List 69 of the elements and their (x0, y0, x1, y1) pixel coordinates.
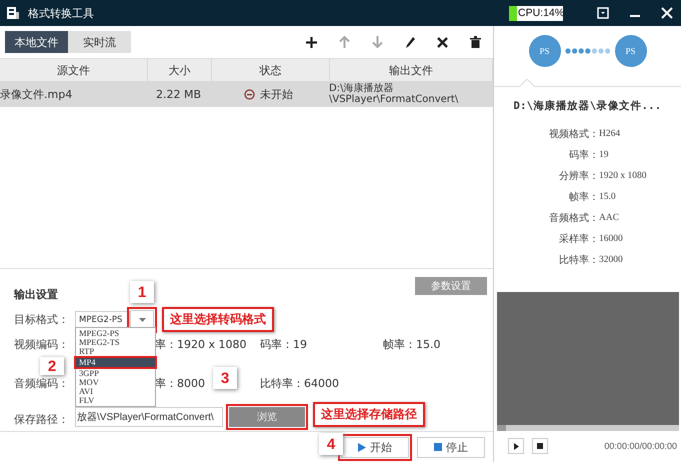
section-title: 输出设置 (14, 287, 58, 302)
field-value: 码率：19 (260, 338, 307, 351)
play-button[interactable] (508, 438, 524, 454)
info-label: 视频格式： (548, 128, 599, 141)
dropdown-button[interactable] (130, 310, 154, 330)
step-number: 4 (319, 433, 343, 455)
stop-icon (537, 443, 543, 450)
info-label: 音频格式： (548, 212, 599, 225)
step-number: 2 (40, 357, 64, 375)
field-label: 目标格式： (14, 312, 70, 328)
callout-label: 这里选择存储路径 (313, 402, 425, 427)
field-label: 音频编码： (14, 376, 69, 390)
close-icon[interactable] (437, 36, 448, 48)
progress-dots-icon (564, 48, 610, 54)
pencil-icon[interactable] (405, 36, 415, 48)
info-label: 码率： (568, 148, 599, 162)
dropdown-option[interactable]: MPEG2-TS (76, 338, 155, 347)
field-value: 帧率：15.0 (383, 338, 440, 351)
dropdown-option[interactable]: RTP (76, 347, 155, 356)
step-number: 3 (213, 367, 237, 389)
tab[interactable]: 实时流 (68, 31, 131, 53)
callout-label: 这里选择转码格式 (162, 307, 274, 332)
stop-button[interactable] (532, 438, 548, 454)
dropdown-option[interactable]: 3GPP (76, 369, 155, 378)
playback-time: 00:00:00/00:00:00 (604, 441, 677, 452)
film-icon (6, 6, 20, 20)
path-field[interactable]: 放器\VSPlayer\FormatConvert\ (75, 406, 223, 427)
info-label: 比特率： (558, 254, 599, 267)
scroll-thumb[interactable] (497, 424, 506, 431)
field-label: 视频编码： (14, 338, 69, 351)
field-value: 率：8000 (155, 376, 205, 390)
info-value: 16000 (599, 234, 623, 244)
info-value: 32000 (599, 254, 623, 265)
status-text: 未开始 (260, 86, 293, 102)
target-format-badge: PS (614, 35, 646, 68)
trash-icon[interactable] (470, 36, 481, 48)
restore-icon[interactable] (597, 7, 609, 19)
field-label: 保存路径： (14, 412, 70, 427)
play-icon (358, 442, 366, 452)
stop-status-icon (244, 88, 255, 100)
info-value: 1920 x 1080 (599, 170, 646, 181)
add-icon[interactable] (306, 36, 317, 48)
info-value: 19 (599, 150, 608, 160)
dropdown-option[interactable]: MPEG2-PS (76, 329, 155, 338)
info-label: 分辨率： (558, 170, 599, 183)
stop-icon (434, 443, 442, 451)
source-format-badge: PS (528, 35, 560, 68)
info-value: H264 (599, 128, 620, 139)
field-value: 比特率：64000 (260, 376, 339, 390)
field-value: 率：1920 x 1080 (155, 338, 246, 351)
info-label: 采样率： (558, 232, 599, 246)
stop-button[interactable]: 停止 (417, 436, 485, 458)
play-icon (514, 442, 518, 450)
dropdown-option[interactable]: AVI (76, 387, 155, 396)
step-number: 1 (130, 281, 154, 303)
dropdown-option[interactable]: MOV (76, 378, 155, 387)
caret-icon (138, 318, 146, 322)
dropdown-option[interactable]: MP4 (76, 358, 155, 367)
info-value: 15.0 (599, 192, 616, 202)
info-value: AAC (599, 212, 620, 223)
table-cell-text: 录像文件.mp4 (0, 86, 74, 102)
window-title: 格式转换工具 (28, 6, 95, 20)
table-cell-text: D:\海康播放器 \VSPlayer\FormatConvert\ (328, 83, 460, 105)
file-path: D:\海康播放器\录像文件... (512, 99, 663, 114)
dropdown-option[interactable]: FLV (76, 396, 155, 405)
table-row[interactable]: 录像文件.mp4 2.22 MB 未开始 D:\海康播放器 \VSPlayer\FormatConvert\ (0, 81, 493, 107)
tab[interactable]: 本地文件 (5, 31, 68, 53)
info-label: 帧率： (568, 190, 599, 204)
table-cell-text: 2.22 MB (154, 88, 202, 100)
